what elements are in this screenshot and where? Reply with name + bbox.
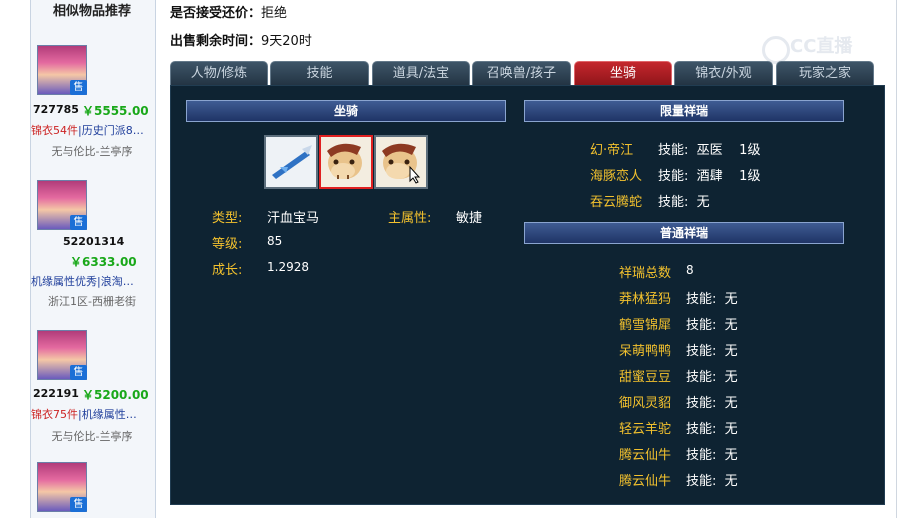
spear-icon bbox=[266, 137, 316, 187]
character-avatar[interactable]: 售 bbox=[37, 462, 87, 512]
total-label: 祥瑞总数 bbox=[619, 266, 672, 281]
watermark: CC直播 bbox=[790, 36, 853, 57]
type-value: 汗血宝马 bbox=[267, 211, 320, 226]
time-left-label: 出售剩余时间： bbox=[170, 34, 262, 49]
time-left-row: 出售剩余时间：9天20时 bbox=[170, 30, 312, 49]
scrollbar[interactable] bbox=[896, 0, 908, 518]
item-id[interactable]: 52201314 bbox=[63, 235, 124, 248]
sell-badge: 售 bbox=[70, 497, 87, 512]
normal-item-skill: 技能: 无 bbox=[686, 448, 738, 463]
normal-item-name: 腾云仙牛 bbox=[619, 448, 672, 463]
horse-icon bbox=[321, 137, 371, 187]
total-value: 8 bbox=[686, 263, 694, 277]
tab-outfits[interactable]: 锦衣/外观 bbox=[674, 61, 773, 86]
normal-item-name: 呆萌鸭鸭 bbox=[619, 344, 672, 359]
normal-item-name: 轻云羊驼 bbox=[619, 422, 672, 437]
character-avatar[interactable]: 售 bbox=[37, 180, 87, 230]
item-desc-highlight: 锦衣54件 bbox=[31, 124, 78, 137]
limited-item-name: 幻·帝江 bbox=[590, 143, 634, 158]
type-label: 类型: bbox=[212, 211, 243, 226]
limited-item-name: 吞云腾蛇 bbox=[590, 195, 643, 210]
limited-item-name: 海豚恋人 bbox=[590, 169, 643, 184]
main-attr-label: 主属性: bbox=[388, 211, 432, 226]
limited-item-skill: 技能: 巫医 1级 bbox=[658, 143, 761, 158]
item-description[interactable]: 锦衣75件|机缘属性… bbox=[31, 406, 153, 422]
item-desc-text: |历史门派8… bbox=[78, 124, 144, 137]
normal-item-skill: 技能: 无 bbox=[686, 344, 738, 359]
growth-value: 1.2928 bbox=[267, 260, 309, 274]
tab-mount[interactable]: 坐骑 bbox=[574, 61, 672, 86]
limited-item-skill: 技能: 无 bbox=[658, 195, 710, 210]
time-left-value: 9天20时 bbox=[261, 34, 312, 49]
level-label: 等级: bbox=[212, 237, 243, 252]
tab-summons[interactable]: 召唤兽/孩子 bbox=[472, 61, 571, 86]
normal-item-name: 甜蜜豆豆 bbox=[619, 370, 672, 385]
normal-item-skill: 技能: 无 bbox=[686, 318, 738, 333]
normal-item-skill: 技能: 无 bbox=[686, 474, 738, 489]
similar-items-sidebar: 相似物品推荐 售 727785 ￥5555.00 锦衣54件|历史门派8… 无与… bbox=[0, 0, 162, 518]
item-id[interactable]: 222191 bbox=[33, 387, 79, 400]
normal-item-skill: 技能: 无 bbox=[686, 422, 738, 437]
character-avatar[interactable]: 售 bbox=[37, 330, 87, 380]
limited-item-skill: 技能: 酒肆 1级 bbox=[658, 169, 761, 184]
normal-item-skill: 技能: 无 bbox=[686, 292, 738, 307]
tab-items[interactable]: 道具/法宝 bbox=[372, 61, 470, 86]
level-value: 85 bbox=[267, 234, 283, 248]
item-desc-text: |机缘属性… bbox=[78, 408, 137, 421]
main-attr-value: 敏捷 bbox=[456, 211, 483, 226]
item-server: 无与伦比-兰亭序 bbox=[51, 145, 133, 158]
sell-badge: 售 bbox=[70, 365, 87, 380]
normal-item-name: 御风灵貂 bbox=[619, 396, 672, 411]
counter-offer-row: 是否接受还价：拒绝 bbox=[170, 2, 287, 21]
item-price: ￥6333.00 bbox=[70, 255, 137, 269]
sell-badge: 售 bbox=[70, 215, 87, 230]
watermark-logo-icon bbox=[762, 36, 790, 64]
item-server: 浙江1区-西栅老街 bbox=[48, 295, 136, 308]
item-id[interactable]: 727785 bbox=[33, 103, 79, 116]
normal-item-name: 莽林猛犸 bbox=[619, 292, 672, 307]
mount-header: 坐骑 bbox=[186, 100, 506, 122]
item-price: ￥5555.00 bbox=[82, 104, 149, 118]
item-price: ￥5200.00 bbox=[82, 388, 149, 402]
item-description[interactable]: 锦衣54件|历史门派8… bbox=[31, 122, 153, 138]
mount-slot-horse[interactable] bbox=[319, 135, 373, 189]
counter-offer-label: 是否接受还价： bbox=[170, 6, 262, 21]
item-server: 无与伦比-兰亭序 bbox=[51, 430, 133, 443]
mount-slot-horse-2[interactable] bbox=[374, 135, 428, 189]
item-description[interactable]: 机缘属性优秀|浪淘… bbox=[31, 273, 153, 289]
normal-item-skill: 技能: 无 bbox=[686, 370, 738, 385]
limited-header: 限量祥瑞 bbox=[524, 100, 844, 122]
normal-item-name: 腾云仙牛 bbox=[619, 474, 672, 489]
mount-slot-weapon[interactable] bbox=[264, 135, 318, 189]
tab-character[interactable]: 人物/修炼 bbox=[170, 61, 268, 86]
item-desc-highlight: 锦衣75件 bbox=[31, 408, 78, 421]
normal-item-name: 鹤雪锦犀 bbox=[619, 318, 672, 333]
normal-header: 普通祥瑞 bbox=[524, 222, 844, 244]
horse-icon bbox=[376, 137, 426, 187]
sell-badge: 售 bbox=[70, 80, 87, 95]
sidebar-title: 相似物品推荐 bbox=[52, 4, 131, 19]
character-avatar[interactable]: 售 bbox=[37, 45, 87, 95]
tab-player-home[interactable]: 玩家之家 bbox=[776, 61, 874, 86]
item-desc-text: 机缘属性优秀|浪淘… bbox=[31, 275, 134, 288]
normal-item-skill: 技能: 无 bbox=[686, 396, 738, 411]
tab-skills[interactable]: 技能 bbox=[270, 61, 369, 86]
growth-label: 成长: bbox=[212, 263, 243, 278]
counter-offer-value: 拒绝 bbox=[261, 6, 288, 21]
